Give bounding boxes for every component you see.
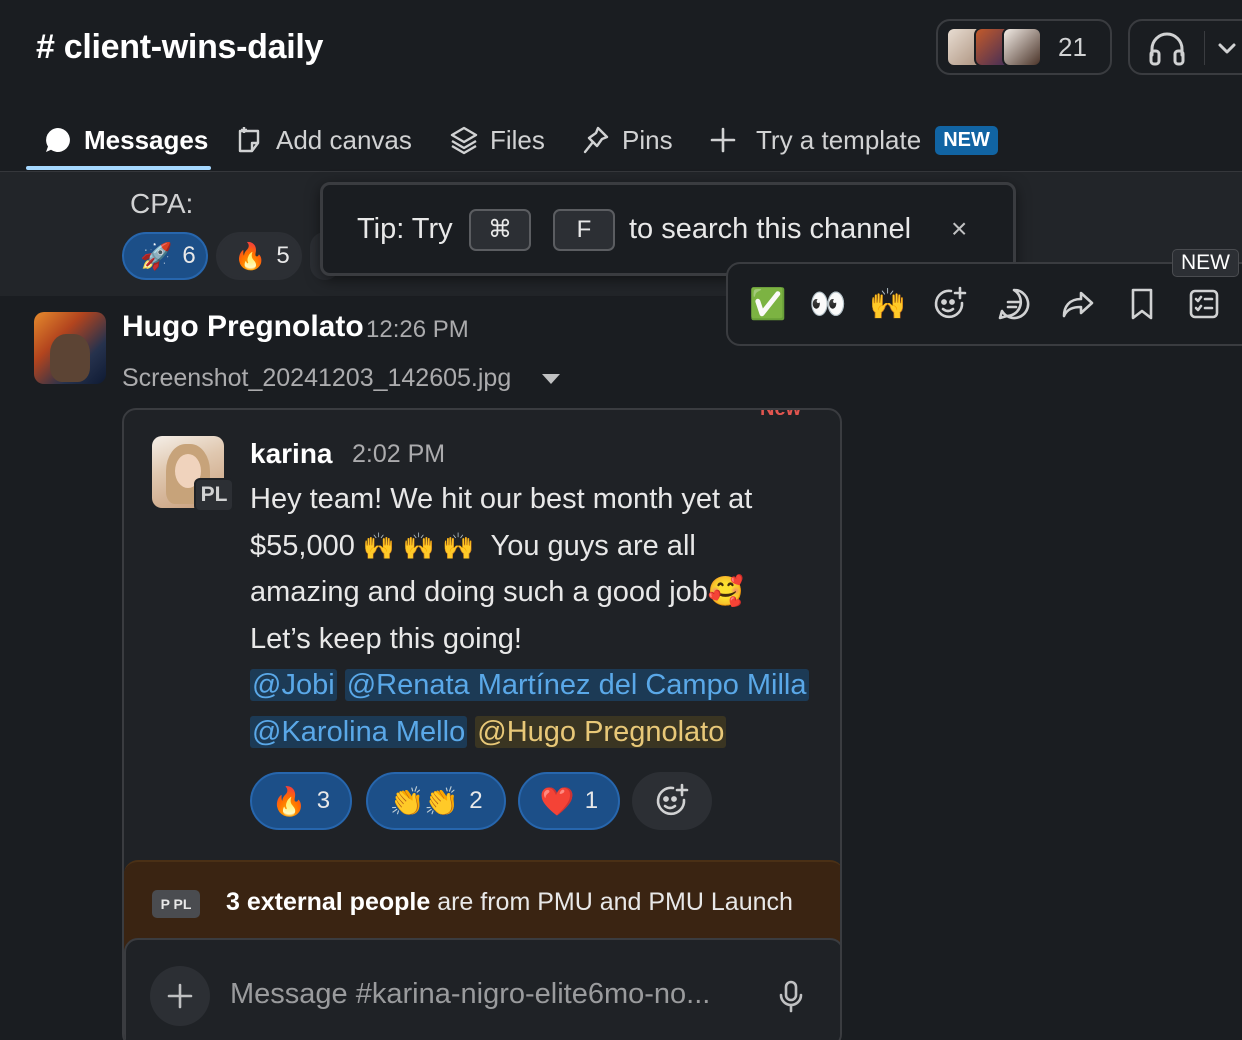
message-text: You guys are all [490, 529, 696, 562]
layers-icon [450, 125, 478, 155]
huddle-button[interactable] [1128, 19, 1242, 75]
tab-label: Pins [622, 124, 673, 155]
rocket-emoji: 🚀 [140, 240, 173, 271]
message-line: Hey team! We hit our best month yet at [250, 483, 753, 515]
message-bubble-icon [44, 126, 72, 154]
new-divider-fragment: New [760, 408, 802, 420]
org-badge: PL [194, 478, 234, 512]
user-mention: @Karolina Mello [250, 715, 468, 748]
message-line: Let’s keep this going! [250, 622, 522, 655]
external-count: 3 external people [226, 888, 431, 916]
command-key: ⌘ [469, 209, 531, 251]
members-button[interactable]: 21 [936, 19, 1112, 75]
user-mention: @Jobi [250, 669, 337, 701]
f-key: F [553, 209, 615, 251]
reaction-clap: 👏👏 2 [366, 772, 506, 830]
message-text: amazing and doing such a good job [250, 576, 708, 608]
message-line: $55,000 🙌 🙌 🙌 You guys are all [250, 523, 830, 570]
tab-files[interactable]: Files [450, 108, 545, 172]
external-orgs: are from PMU and PMU Launch [437, 888, 793, 916]
user-mention: @Renata Martínez del Campo Milla [344, 669, 809, 701]
tip-suffix: to search this channel [629, 213, 912, 245]
forward-icon[interactable] [1058, 284, 1098, 324]
member-count: 21 [1058, 31, 1087, 62]
message-timestamp: 2:02 PM [352, 440, 446, 468]
message-timestamp[interactable]: 12:26 PM [366, 316, 469, 344]
huddle-divider [1204, 31, 1205, 65]
tab-try-template[interactable]: Try a template NEW [710, 108, 998, 172]
raised-hands-emoji: 🙌 🙌 🙌 [362, 530, 475, 561]
tab-messages[interactable]: Messages [44, 108, 208, 172]
fire-emoji: 🔥 [271, 785, 307, 817]
user-mention: @Hugo Pregnolato [475, 715, 727, 748]
channel-header: # client-wins-daily 21 Messages Add canv… [0, 0, 1242, 172]
reaction-rocket[interactable]: 🚀 6 [122, 232, 208, 280]
tab-pins[interactable]: Pins [582, 108, 673, 172]
message-line: @Karolina Mello @Hugo Pregnolato [250, 709, 830, 756]
add-reaction-icon[interactable] [930, 284, 970, 324]
raised-hands-emoji[interactable]: 🙌 [868, 284, 908, 324]
reaction-count: 6 [182, 242, 196, 269]
microphone-icon [778, 980, 804, 1019]
message-composer: Message #karina-nigro-elite6mo-no... [124, 938, 840, 1040]
reaction-count: 2 [469, 787, 483, 814]
message-text: CPA: [130, 188, 194, 219]
avatar[interactable] [34, 312, 106, 384]
caret-down-icon[interactable] [540, 372, 562, 391]
active-tab-indicator [26, 166, 211, 170]
smiling-hearts-emoji: 🥰 [707, 576, 745, 608]
tip-prefix: Tip: Try [357, 213, 453, 245]
reaction-count: 3 [316, 787, 331, 814]
tab-label: Files [490, 124, 545, 155]
more-actions-icon[interactable] [1184, 284, 1224, 324]
new-badge: NEW [1172, 249, 1239, 277]
chevron-down-icon[interactable] [1216, 37, 1238, 64]
external-people-text: 3 external people are from PMU and PMU L… [226, 888, 793, 917]
message-actions-toolbar: ✅ 👀 🙌 [726, 262, 1242, 346]
headphones-icon[interactable] [1148, 31, 1186, 72]
canvas-icon [236, 125, 264, 155]
reaction-count: 5 [276, 242, 290, 269]
reply-thread-icon[interactable] [994, 284, 1034, 324]
member-avatar [1002, 27, 1042, 67]
tab-label: Messages [84, 124, 209, 155]
external-people-banner: P PL 3 external people are from PMU and … [124, 860, 840, 950]
bookmark-icon[interactable] [1122, 284, 1162, 324]
amount: $55,000 [250, 529, 355, 562]
sender-name: karina [250, 438, 333, 469]
check-mark-emoji[interactable]: ✅ [748, 284, 788, 324]
pin-icon [582, 125, 610, 155]
composer-placeholder: Message #karina-nigro-elite6mo-no... [230, 978, 711, 1010]
reaction-count: 1 [584, 787, 599, 814]
sender-name[interactable]: Hugo Pregnolato [122, 310, 364, 344]
reaction-fire[interactable]: 🔥 5 [216, 232, 302, 280]
add-reaction-icon [632, 772, 712, 830]
channel-title[interactable]: # client-wins-daily [36, 28, 323, 67]
image-attachment[interactable]: New PL karina 2:02 PM Hey team! We hit o… [122, 408, 842, 1040]
clapping-hands-emoji: 👏👏 [389, 785, 460, 817]
channel-tabs: Messages Add canvas Files Pins Try a tem… [0, 108, 1242, 172]
heart-emoji: ❤️ [539, 785, 575, 817]
plus-icon [710, 127, 736, 153]
tab-add-canvas[interactable]: Add canvas [236, 108, 412, 172]
reaction-heart: ❤️ 1 [518, 772, 620, 830]
tab-label: Try a template [756, 124, 922, 155]
message-line: amazing and doing such a good job🥰 [250, 569, 830, 616]
reaction-fire: 🔥 3 [250, 772, 352, 830]
eyes-emoji[interactable]: 👀 [808, 284, 848, 324]
message-line: @Jobi @Renata Martínez del Campo Milla [250, 662, 830, 709]
plus-icon [150, 966, 210, 1026]
org-badge: P PL [152, 890, 200, 918]
close-icon[interactable]: × [951, 213, 967, 245]
new-badge: NEW [935, 125, 998, 155]
tab-label: Add canvas [276, 124, 412, 155]
attachment-filename[interactable]: Screenshot_20241203_142605.jpg [122, 364, 511, 393]
fire-emoji: 🔥 [234, 240, 267, 271]
message-body: Hey team! We hit our best month yet at $… [250, 476, 830, 755]
